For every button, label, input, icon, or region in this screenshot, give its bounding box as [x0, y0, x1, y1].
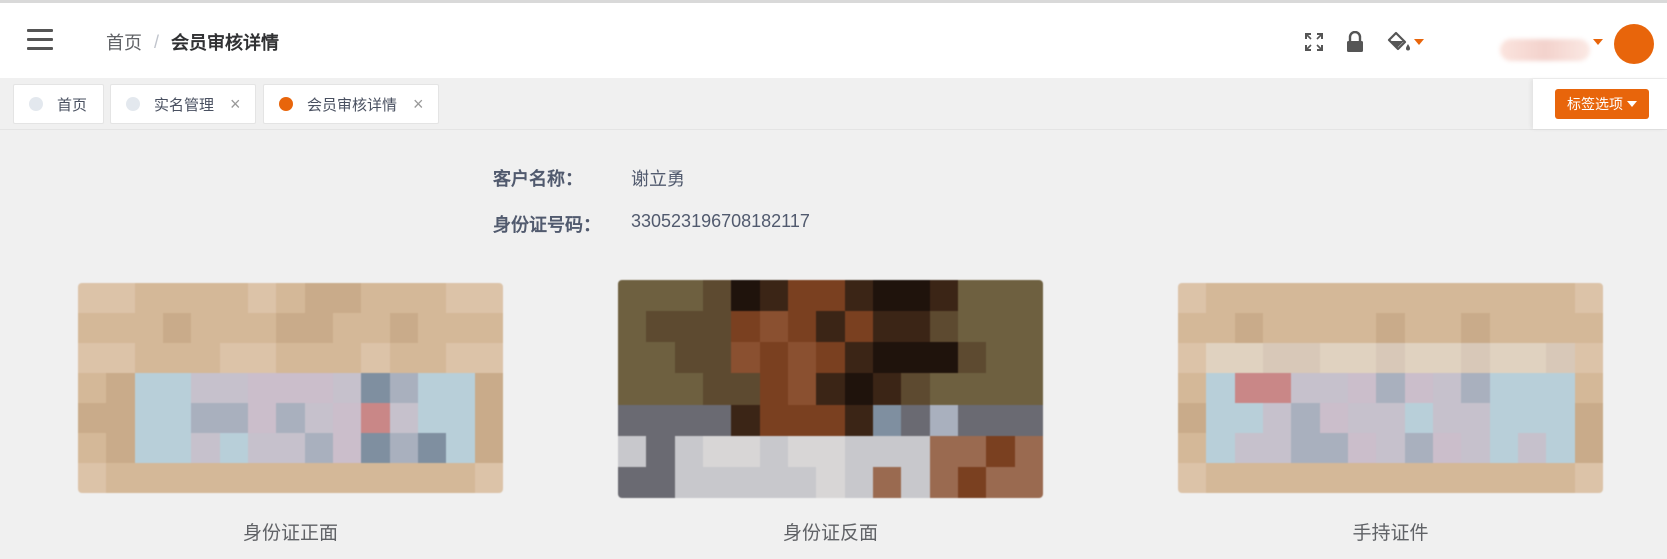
- handheld-id-image[interactable]: [1178, 283, 1603, 493]
- breadcrumb-separator: /: [154, 31, 160, 52]
- customer-name-label: 客户名称：: [493, 169, 583, 189]
- tab-label: 实名管理: [154, 96, 215, 114]
- breadcrumb-home[interactable]: 首页: [106, 29, 142, 55]
- tab-realname-management[interactable]: 实名管理 ×: [110, 84, 256, 124]
- tabs-bar: 首页 实名管理 × 会员审核详情 ×: [0, 78, 1667, 130]
- user-name-redacted[interactable]: [1500, 39, 1590, 61]
- tab-member-review-detail[interactable]: 会员审核详情 ×: [263, 84, 439, 124]
- top-header: 首页 / 会员审核详情: [0, 0, 1667, 78]
- customer-name-row: 客户名称： 谢立勇: [493, 165, 685, 191]
- handheld-id-pixelated: [1178, 283, 1603, 493]
- id-number-label: 身份证号码：: [493, 215, 601, 235]
- id-back-caption: 身份证反面: [782, 523, 878, 544]
- chevron-down-icon[interactable]: [1590, 39, 1603, 45]
- tab-label: 首页: [57, 96, 88, 114]
- tab-dot: [29, 97, 43, 111]
- lock-icon[interactable]: [1343, 30, 1367, 54]
- id-back-pixelated: [618, 280, 1043, 498]
- breadcrumb: 首页 / 会员审核详情: [106, 29, 279, 55]
- id-front-caption: 身份证正面: [242, 523, 338, 544]
- tab-options-label: 标签选项: [1567, 96, 1623, 112]
- customer-name-value: 谢立勇: [631, 169, 685, 189]
- tab-dot: [126, 97, 140, 111]
- chevron-down-icon: [1413, 39, 1424, 45]
- id-front-pixelated: [78, 283, 503, 493]
- id-back-image[interactable]: [618, 280, 1043, 498]
- fullscreen-icon[interactable]: [1302, 30, 1326, 54]
- menu-icon[interactable]: [27, 29, 53, 50]
- tab-dot: [279, 97, 293, 111]
- handheld-id-caption: 手持证件: [1352, 523, 1429, 544]
- paint-bucket-icon[interactable]: [1385, 30, 1425, 54]
- id-number-value: 330523196708182117: [631, 211, 810, 231]
- avatar[interactable]: [1614, 24, 1654, 64]
- breadcrumb-current: 会员审核详情: [171, 33, 280, 53]
- id-number-row: 身份证号码： 330523196708182117: [493, 211, 810, 237]
- close-icon[interactable]: ×: [413, 95, 424, 113]
- close-icon[interactable]: ×: [230, 95, 241, 113]
- chevron-down-icon: [1627, 101, 1637, 107]
- tab-options-container: 标签选项: [1533, 79, 1667, 129]
- tab-home[interactable]: 首页: [13, 84, 104, 124]
- tab-options-button[interactable]: 标签选项: [1555, 89, 1649, 119]
- id-front-image[interactable]: [78, 283, 503, 493]
- tab-label: 会员审核详情: [307, 96, 398, 114]
